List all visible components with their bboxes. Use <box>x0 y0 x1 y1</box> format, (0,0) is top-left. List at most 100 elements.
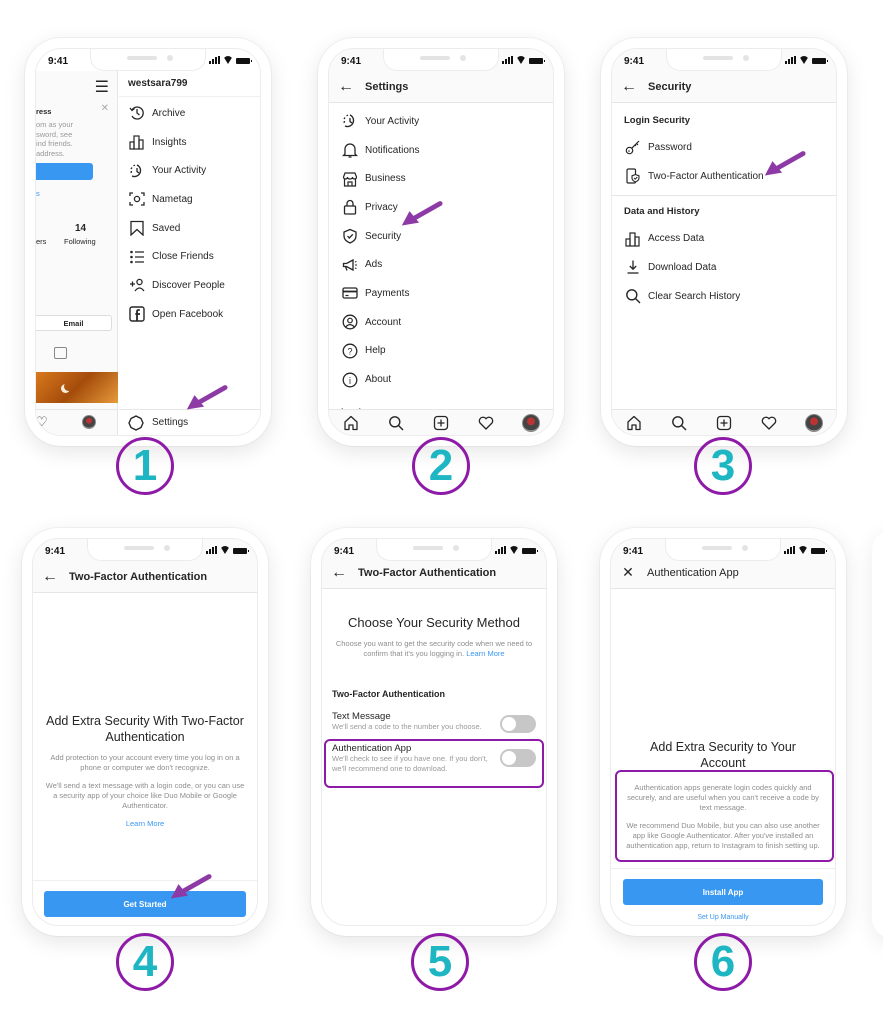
item-label: About <box>365 374 392 386</box>
heart-icon[interactable] <box>477 414 495 432</box>
intro-paragraph-2: We'll send a text message with a login c… <box>45 781 245 810</box>
heart-icon[interactable]: ♡ <box>36 414 48 430</box>
status-time: 9:41 <box>48 56 69 67</box>
item-label: Security <box>365 230 402 242</box>
home-icon[interactable] <box>342 414 360 432</box>
new-post-icon[interactable] <box>715 414 733 432</box>
settings-item-notifications[interactable]: Notifications <box>329 136 553 165</box>
close-friends-icon <box>128 248 146 266</box>
settings-item-business[interactable]: Business <box>329 164 553 193</box>
email-button[interactable]: Email <box>36 315 112 331</box>
security-item-password[interactable]: Password <box>612 133 836 162</box>
settings-item-security[interactable]: Security <box>329 222 553 251</box>
step-badge-1: 1 <box>116 437 174 495</box>
settings-item-ads[interactable]: Ads <box>329 250 553 279</box>
close-icon[interactable]: ✕ <box>611 564 645 581</box>
install-app-button[interactable]: Install App <box>623 879 823 905</box>
phone-step-5: 9:41 ← Two-Factor Authentication Choose … <box>311 528 557 936</box>
menu-item-label: Saved <box>152 222 181 234</box>
menu-item-your-activity[interactable]: Your Activity <box>119 156 260 185</box>
learn-more-link[interactable]: Learn More <box>466 649 504 658</box>
home-icon[interactable] <box>625 414 643 432</box>
menu-item-discover-people[interactable]: Discover People <box>119 271 260 300</box>
security-list: Login Security Password Two-Factor Authe… <box>612 107 836 310</box>
new-post-icon[interactable] <box>432 414 450 432</box>
item-label: Download Data <box>648 261 717 273</box>
profile-avatar[interactable] <box>82 415 96 429</box>
battery-icon <box>812 58 828 64</box>
menu-item-archive[interactable]: Archive <box>119 99 260 128</box>
method-intro: Choose Your Security Method Choose you w… <box>334 615 534 659</box>
nav-bar: ← Security <box>612 71 836 103</box>
insights-icon <box>128 133 146 151</box>
item-label: Account <box>365 316 402 328</box>
settings-item-your-activity[interactable]: Your Activity <box>329 107 553 136</box>
status-time: 9:41 <box>45 546 66 557</box>
phone-screen: 9:41 ← Two-Factor Authentication Choose … <box>321 538 547 926</box>
signal-icon <box>209 56 220 64</box>
item-label: Payments <box>365 287 410 299</box>
security-item-access-data[interactable]: Access Data <box>612 224 836 253</box>
security-item-download-data[interactable]: Download Data <box>612 253 836 282</box>
back-arrow-icon[interactable]: ← <box>33 568 67 586</box>
discover-people-icon <box>128 276 146 294</box>
menu-item-saved[interactable]: Saved <box>119 214 260 243</box>
card-link[interactable]: s <box>36 189 40 198</box>
menu-item-open-facebook[interactable]: Open Facebook <box>119 300 260 329</box>
method-description: Choose you want to get the security code… <box>335 639 533 658</box>
back-arrow-icon[interactable]: ← <box>612 78 646 96</box>
settings-menu-item[interactable]: Settings <box>119 409 260 435</box>
security-item-two-factor[interactable]: Two-Factor Authentication <box>612 162 836 191</box>
hamburger-menu-icon[interactable]: ☰ <box>95 77 109 97</box>
status-icons <box>206 546 249 554</box>
back-arrow-icon[interactable]: ← <box>322 564 356 582</box>
get-started-button[interactable]: Get Started <box>44 891 246 917</box>
tagged-icon[interactable] <box>54 347 67 359</box>
settings-item-help[interactable]: ? Help <box>329 337 553 366</box>
intro-content: Add Extra Security With Two-Factor Authe… <box>45 713 245 829</box>
card-button[interactable] <box>36 163 93 180</box>
profile-avatar[interactable] <box>521 413 540 432</box>
status-icons <box>784 546 827 554</box>
status-time: 9:41 <box>334 546 355 557</box>
menu-item-close-friends[interactable]: Close Friends <box>119 242 260 271</box>
settings-item-about[interactable]: i About <box>329 365 553 394</box>
profile-avatar[interactable] <box>804 413 823 432</box>
settings-label: Settings <box>152 417 189 428</box>
status-time: 9:41 <box>624 56 645 67</box>
security-item-clear-search-history[interactable]: Clear Search History <box>612 282 836 311</box>
menu-username: westsara799 <box>119 71 260 97</box>
learn-more-link[interactable]: Learn More <box>45 819 245 829</box>
download-icon <box>624 258 642 276</box>
settings-item-account[interactable]: Account <box>329 308 553 337</box>
photo-thumbnail[interactable] <box>36 372 118 403</box>
page-title: Settings <box>365 80 409 93</box>
back-arrow-icon[interactable]: ← <box>329 78 363 96</box>
settings-list: Your Activity Notifications Business Pri… <box>329 107 553 418</box>
menu-item-label: Discover People <box>152 279 225 291</box>
settings-item-payments[interactable]: Payments <box>329 279 553 308</box>
phone-notch <box>666 49 782 71</box>
method-heading: Choose Your Security Method <box>348 615 520 630</box>
facebook-icon <box>128 305 146 323</box>
set-up-manually-link[interactable]: Set Up Manually <box>611 914 835 921</box>
following-label[interactable]: Following <box>64 237 96 246</box>
key-icon <box>624 138 642 156</box>
nav-bar: ← Settings <box>329 71 553 103</box>
search-icon[interactable] <box>387 414 405 432</box>
menu-item-insights[interactable]: Insights <box>119 128 260 157</box>
bell-icon <box>341 141 359 159</box>
option-text-message[interactable]: Text Message We'll send a code to the nu… <box>332 711 536 733</box>
signal-icon <box>502 56 513 64</box>
activity-icon <box>128 162 146 180</box>
menu-item-nametag[interactable]: Nametag <box>119 185 260 214</box>
settings-item-privacy[interactable]: Privacy <box>329 193 553 222</box>
card-title: ress <box>36 107 52 116</box>
step-badge-3: 3 <box>694 437 752 495</box>
text-message-toggle[interactable] <box>500 715 536 733</box>
search-icon[interactable] <box>670 414 688 432</box>
nav-bar: ← Two-Factor Authentication <box>33 561 257 593</box>
heart-icon[interactable] <box>760 414 778 432</box>
close-icon[interactable]: ✕ <box>101 103 109 114</box>
signal-icon <box>784 546 795 554</box>
